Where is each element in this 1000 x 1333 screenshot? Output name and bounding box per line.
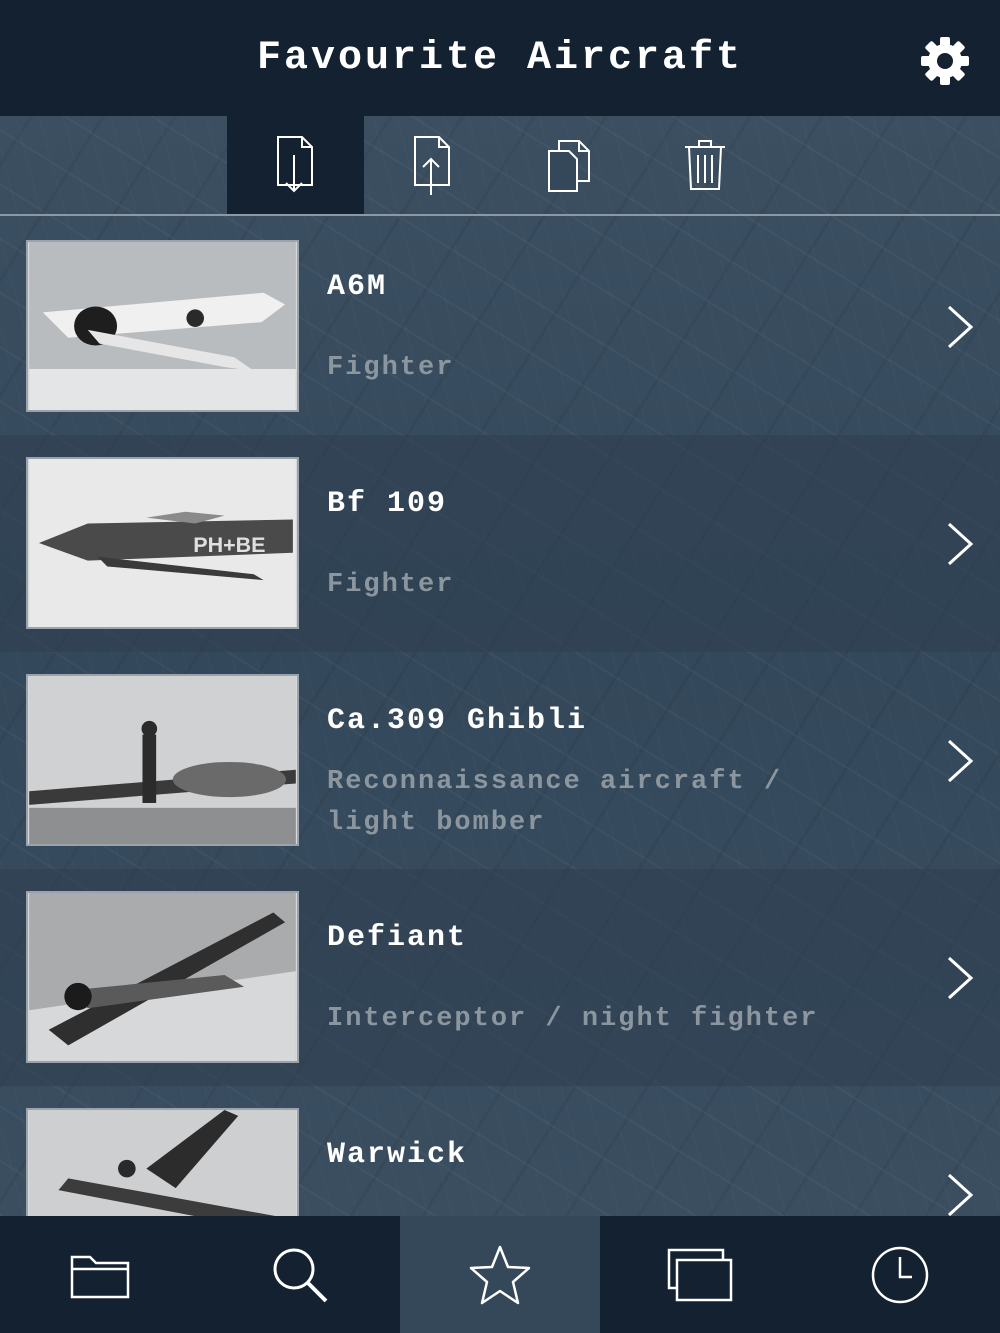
folder-icon	[70, 1255, 130, 1298]
favourites-list: A6M Fighter PH+BE Bf 109 Fighter Ca.309 …	[0, 218, 1000, 1216]
aircraft-name: A6M	[327, 270, 388, 304]
chevron-right-icon	[947, 956, 974, 1000]
list-item[interactable]: Warwick	[0, 1086, 1000, 1216]
tab-bar	[0, 1216, 1000, 1333]
aircraft-type: Reconnaissance aircraft / light bomber	[327, 767, 783, 838]
aircraft-name: Warwick	[327, 1138, 468, 1172]
chevron-right-icon	[947, 522, 974, 566]
aircraft-type: Fighter	[327, 570, 455, 600]
export-icon	[413, 136, 450, 195]
aircraft-photo: PH+BE	[26, 457, 299, 629]
aircraft-photo	[26, 1108, 299, 1216]
search-icon	[273, 1248, 328, 1302]
export-button[interactable]	[364, 116, 501, 214]
edit-toolbar	[0, 116, 1000, 216]
tab-history[interactable]	[800, 1216, 1000, 1333]
windows-icon	[667, 1248, 733, 1301]
tab-browse[interactable]	[0, 1216, 200, 1333]
list-item[interactable]: A6M Fighter	[0, 218, 1000, 435]
aircraft-name: Defiant	[327, 921, 468, 955]
star-icon	[469, 1245, 531, 1304]
aircraft-type: Interceptor / night fighter	[327, 1004, 819, 1034]
clock-icon	[871, 1246, 929, 1303]
nav-bar: Favourite Aircraft	[0, 0, 1000, 116]
chevron-right-icon	[947, 739, 974, 783]
import-icon	[276, 136, 313, 193]
aircraft-photo	[26, 240, 299, 412]
tab-search[interactable]	[200, 1216, 400, 1333]
aircraft-photo	[26, 891, 299, 1063]
aircraft-name: Ca.309 Ghibli	[327, 704, 588, 738]
copy-button[interactable]	[500, 116, 637, 214]
chevron-right-icon	[947, 1173, 974, 1216]
list-item[interactable]: PH+BE Bf 109 Fighter	[0, 435, 1000, 652]
list-item[interactable]: Defiant Interceptor / night fighter	[0, 869, 1000, 1086]
tab-favourites[interactable]	[400, 1216, 600, 1333]
gear-icon[interactable]	[920, 36, 970, 86]
delete-button[interactable]	[636, 116, 773, 214]
list-item[interactable]: Ca.309 Ghibli Reconnaissance aircraft / …	[0, 652, 1000, 869]
tab-compare[interactable]	[600, 1216, 800, 1333]
aircraft-name: Bf 109	[327, 487, 448, 521]
import-button[interactable]	[227, 116, 364, 214]
chevron-right-icon	[947, 305, 974, 349]
svg-text:PH+BE: PH+BE	[193, 533, 265, 557]
page-title: Favourite Aircraft	[256, 35, 744, 81]
aircraft-type: Fighter	[327, 353, 455, 383]
trash-icon	[684, 140, 725, 190]
copy-icon	[547, 140, 590, 192]
aircraft-photo	[26, 674, 299, 846]
